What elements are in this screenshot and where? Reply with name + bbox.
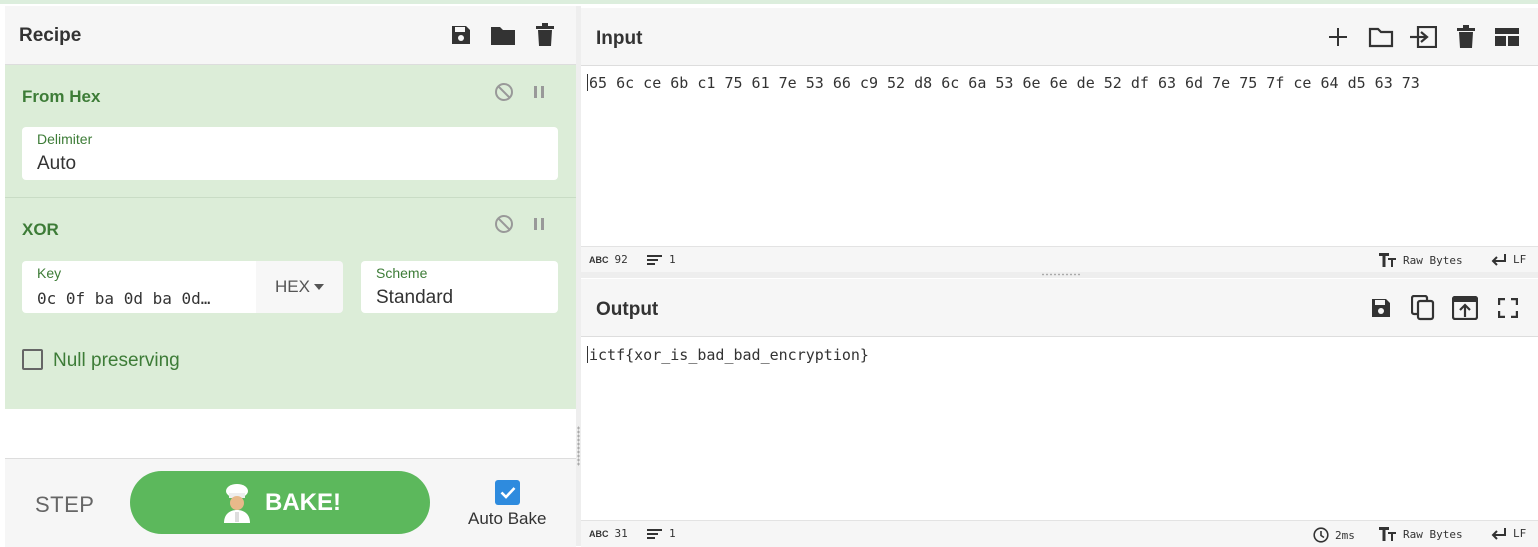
- operation-xor: XOR Key 0c 0f ba 0d ba 0d… HEX Scheme St…: [5, 198, 576, 409]
- abc-icon: ABC: [589, 254, 609, 265]
- recipe-header: Recipe: [5, 6, 576, 65]
- delimiter-value: Auto: [37, 153, 77, 174]
- chef-icon: [224, 483, 250, 523]
- step-button[interactable]: STEP: [35, 492, 94, 518]
- plus-icon[interactable]: [1323, 22, 1353, 52]
- scheme-field[interactable]: Scheme Standard: [361, 261, 558, 313]
- key-format-value: HEX: [275, 277, 310, 296]
- splitter-grip: [577, 426, 580, 466]
- output-lines-stat: 1: [647, 527, 676, 540]
- maximize-icon[interactable]: [1493, 293, 1523, 323]
- folder-icon[interactable]: [1366, 22, 1396, 52]
- disable-icon[interactable]: [493, 213, 515, 235]
- delimiter-field[interactable]: Delimiter Auto: [22, 127, 558, 180]
- input-textarea[interactable]: 65 6c ce 6b c1 75 61 7e 53 66 c9 52 d8 6…: [587, 74, 1420, 92]
- return-icon: [1491, 253, 1506, 266]
- scheme-label: Scheme: [376, 265, 428, 281]
- trash-icon[interactable]: [530, 20, 560, 50]
- copy-icon[interactable]: [1408, 293, 1438, 323]
- delimiter-label: Delimiter: [37, 131, 93, 147]
- auto-bake-checkbox[interactable]: [495, 480, 520, 505]
- recipe-controls: STEP BAKE! Auto Bake: [5, 458, 576, 547]
- layout-icon[interactable]: [1492, 22, 1522, 52]
- folder-icon[interactable]: [488, 20, 518, 50]
- output-status-bar: ABC 31 1 2ms Raw Bytes LF: [581, 520, 1538, 547]
- output-lines: 1: [669, 527, 676, 540]
- pause-icon[interactable]: [528, 81, 550, 103]
- output-time-stat: 2ms: [1313, 527, 1355, 543]
- checkmark-icon: [500, 487, 515, 499]
- output-header: Output: [581, 279, 1538, 337]
- operation-title: XOR: [22, 220, 59, 239]
- input-eol-label: LF: [1513, 253, 1527, 266]
- auto-bake-label: Auto Bake: [468, 509, 547, 528]
- input-length: 92: [614, 253, 628, 266]
- clock-icon: [1313, 527, 1329, 543]
- recipe-title: Recipe: [19, 25, 82, 46]
- null-preserving-checkbox[interactable]: [22, 349, 43, 370]
- key-value: 0c 0f ba 0d ba 0d…: [37, 289, 211, 308]
- insert-icon[interactable]: [1408, 22, 1438, 52]
- return-icon: [1491, 527, 1506, 540]
- bake-label: BAKE!: [265, 488, 341, 516]
- splitter-grip: [1041, 273, 1081, 276]
- horizontal-splitter[interactable]: [581, 272, 1538, 278]
- input-eol[interactable]: LF: [1491, 253, 1526, 266]
- trash-icon[interactable]: [1451, 22, 1481, 52]
- output-pane: Output ictf{xor_is_bad_bad_encryption} A…: [581, 279, 1538, 547]
- top-strip: [0, 0, 1538, 4]
- input-title: Input: [596, 28, 643, 49]
- input-length-stat: ABC 92: [589, 253, 628, 266]
- lines-icon: [647, 254, 662, 265]
- key-label: Key: [37, 265, 62, 281]
- output-eol[interactable]: LF: [1491, 527, 1526, 540]
- save-icon[interactable]: [446, 20, 476, 50]
- input-header: Input: [581, 8, 1538, 66]
- output-length: 31: [614, 527, 628, 540]
- output-encoding-label: Raw Bytes: [1403, 527, 1463, 541]
- output-title: Output: [596, 299, 659, 320]
- replace-input-icon[interactable]: [1450, 293, 1480, 323]
- text-format-icon: [1379, 527, 1396, 541]
- operation-from-hex: From Hex Delimiter Auto: [5, 65, 576, 197]
- key-format-dropdown[interactable]: HEX: [256, 261, 343, 313]
- output-text: ictf{xor_is_bad_bad_encryption}: [589, 346, 869, 364]
- input-lines: 1: [669, 253, 676, 266]
- input-encoding-label: Raw Bytes: [1403, 253, 1463, 267]
- output-textarea[interactable]: ictf{xor_is_bad_bad_encryption}: [587, 346, 869, 364]
- input-lines-stat: 1: [647, 253, 676, 266]
- recipe-pane: Recipe From Hex Delimiter Auto XOR Key 0…: [5, 6, 576, 547]
- abc-icon: ABC: [589, 528, 609, 539]
- input-pane: Input 65 6c ce 6b c1 75 61 7e 53 66 c9 5…: [581, 8, 1538, 273]
- key-field[interactable]: Key 0c 0f ba 0d ba 0d…: [22, 261, 256, 313]
- chevron-down-icon: [313, 284, 324, 290]
- disable-icon[interactable]: [493, 81, 515, 103]
- bake-button[interactable]: BAKE!: [130, 471, 430, 534]
- null-preserving-label: Null preserving: [53, 350, 180, 371]
- output-eol-label: LF: [1513, 527, 1527, 540]
- input-status-bar: ABC 92 1 Raw Bytes LF: [581, 246, 1538, 273]
- output-length-stat: ABC 31: [589, 527, 628, 540]
- output-encoding[interactable]: Raw Bytes: [1379, 527, 1463, 541]
- lines-icon: [647, 528, 662, 539]
- output-time: 2ms: [1335, 528, 1355, 542]
- text-format-icon: [1379, 253, 1396, 267]
- operation-title: From Hex: [22, 87, 101, 106]
- save-icon[interactable]: [1366, 293, 1396, 323]
- input-encoding[interactable]: Raw Bytes: [1379, 253, 1463, 267]
- pause-icon[interactable]: [528, 213, 550, 235]
- scheme-value: Standard: [376, 287, 454, 308]
- input-text: 65 6c ce 6b c1 75 61 7e 53 66 c9 52 d8 6…: [589, 74, 1420, 92]
